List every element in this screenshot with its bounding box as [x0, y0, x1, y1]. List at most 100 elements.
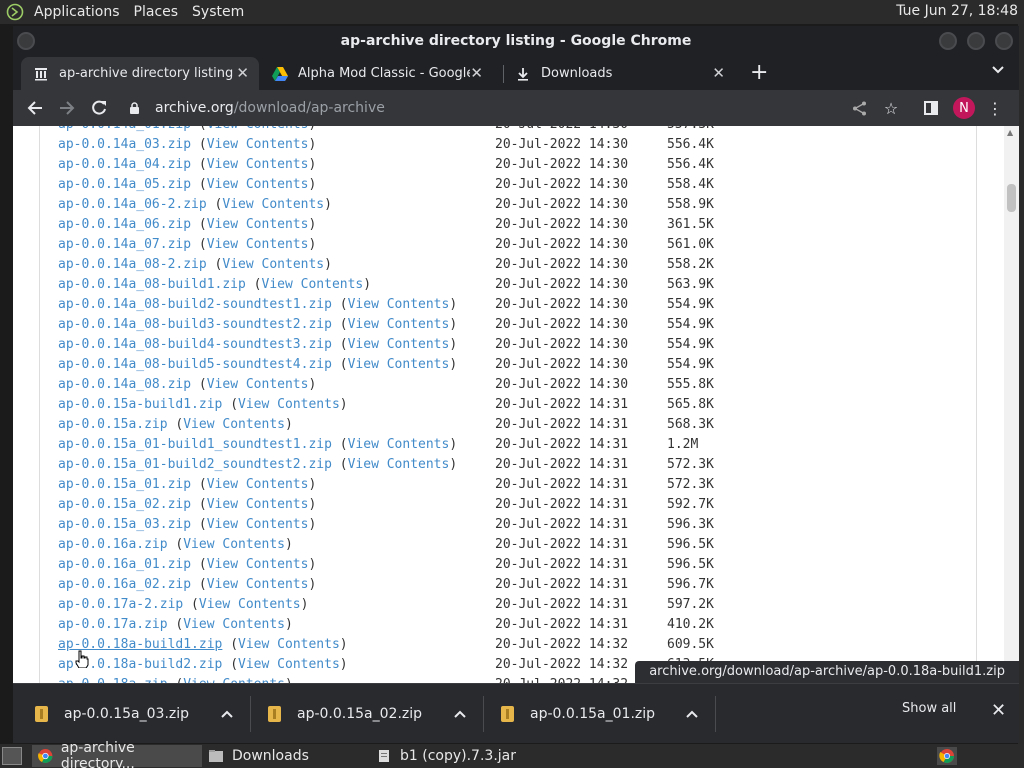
- file-link[interactable]: ap-0.0.15a_02.zip: [58, 497, 191, 512]
- chrome-tray-icon[interactable]: [937, 747, 957, 765]
- chevron-up-icon[interactable]: [686, 707, 698, 722]
- view-contents-link[interactable]: View Contents: [238, 397, 340, 412]
- view-contents-link[interactable]: View Contents: [207, 477, 309, 492]
- view-contents-link[interactable]: View Contents: [207, 177, 309, 192]
- show-desktop-icon[interactable]: [2, 747, 22, 765]
- view-contents-link[interactable]: View Contents: [207, 157, 309, 172]
- file-link[interactable]: ap-0.0.14a_08-build2-soundtest1.zip: [58, 297, 332, 312]
- view-contents-link[interactable]: View Contents: [348, 437, 450, 452]
- scrollbar-thumb[interactable]: [1007, 184, 1016, 212]
- close-window-button[interactable]: [995, 32, 1013, 50]
- system-menu[interactable]: System: [186, 4, 250, 20]
- tab-google-drive[interactable]: Alpha Mod Classic - Google Dr ✕: [260, 57, 493, 90]
- view-contents-link[interactable]: View Contents: [348, 317, 450, 332]
- file-link[interactable]: ap-0.0.14a_01.zip: [58, 126, 191, 132]
- taskbar-item-jar[interactable]: b1 (copy).7.3.jar: [370, 745, 540, 767]
- file-link[interactable]: ap-0.0.14a_08-build5-soundtest4.zip: [58, 357, 332, 372]
- view-contents-link[interactable]: View Contents: [222, 197, 324, 212]
- places-menu[interactable]: Places: [128, 4, 185, 20]
- file-date: 20-Jul-2022 14:30: [495, 337, 629, 352]
- file-link[interactable]: ap-0.0.16a_02.zip: [58, 577, 191, 592]
- page-scrollbar[interactable]: ▲: [1004, 126, 1019, 683]
- file-link[interactable]: ap-0.0.16a.zip: [58, 537, 168, 552]
- file-link[interactable]: ap-0.0.14a_05.zip: [58, 177, 191, 192]
- scroll-up-arrow-icon[interactable]: ▲: [1007, 128, 1013, 137]
- close-shelf-icon[interactable]: ✕: [991, 700, 1006, 721]
- distro-logo-icon[interactable]: [4, 1, 26, 23]
- file-link[interactable]: ap-0.0.14a_06-2.zip: [58, 197, 207, 212]
- tab-downloads[interactable]: Downloads ✕: [503, 57, 735, 90]
- file-link[interactable]: ap-0.0.15a_01-build1_soundtest1.zip: [58, 437, 332, 452]
- reload-icon[interactable]: [89, 98, 109, 118]
- file-link[interactable]: ap-0.0.14a_04.zip: [58, 157, 191, 172]
- lock-icon[interactable]: [129, 101, 143, 115]
- view-contents-link[interactable]: View Contents: [348, 297, 450, 312]
- forward-arrow-icon[interactable]: [57, 98, 77, 118]
- close-tab-icon[interactable]: ✕: [712, 64, 725, 82]
- applications-menu[interactable]: Applications: [28, 4, 126, 20]
- tab-ap-archive[interactable]: ap-archive directory listing ✕: [21, 57, 259, 90]
- view-contents-link[interactable]: View Contents: [222, 257, 324, 272]
- clock[interactable]: Tue Jun 27, 18:48: [896, 3, 1018, 19]
- file-link[interactable]: ap-0.0.14a_06.zip: [58, 217, 191, 232]
- close-tab-icon[interactable]: ✕: [236, 64, 249, 82]
- view-contents-link[interactable]: View Contents: [262, 277, 364, 292]
- view-contents-link[interactable]: View Contents: [348, 357, 450, 372]
- view-contents-link[interactable]: View Contents: [207, 577, 309, 592]
- close-tab-icon[interactable]: ✕: [470, 64, 483, 82]
- chevron-up-icon[interactable]: [454, 707, 466, 722]
- view-contents-link[interactable]: View Contents: [207, 217, 309, 232]
- view-contents-link[interactable]: View Contents: [183, 537, 285, 552]
- file-link[interactable]: ap-0.0.15a.zip: [58, 417, 168, 432]
- view-contents-link[interactable]: View Contents: [207, 497, 309, 512]
- taskbar-item-chrome[interactable]: ap-archive directory...: [32, 740, 202, 768]
- profile-avatar[interactable]: N: [953, 97, 975, 119]
- bookmark-star-icon[interactable]: ☆: [881, 98, 901, 118]
- file-link[interactable]: ap-0.0.16a_01.zip: [58, 557, 191, 572]
- back-arrow-icon[interactable]: [25, 98, 45, 118]
- download-item[interactable]: ap-0.0.15a_03.zip: [35, 684, 233, 744]
- window-menu-button[interactable]: [17, 32, 35, 50]
- file-link[interactable]: ap-0.0.17a.zip: [58, 617, 168, 632]
- download-item[interactable]: ap-0.0.15a_02.zip: [268, 684, 466, 744]
- side-panel-icon[interactable]: [921, 98, 941, 118]
- file-link[interactable]: ap-0.0.14a_08-build3-soundtest2.zip: [58, 317, 332, 332]
- share-icon[interactable]: [849, 98, 869, 118]
- show-all-button[interactable]: Show all: [902, 701, 956, 716]
- download-item[interactable]: ap-0.0.15a_01.zip: [501, 684, 698, 744]
- view-contents-link[interactable]: View Contents: [207, 557, 309, 572]
- file-link[interactable]: ap-0.0.14a_08-2.zip: [58, 257, 207, 272]
- file-link[interactable]: ap-0.0.15a_03.zip: [58, 517, 191, 532]
- more-menu-icon[interactable]: ⋮: [985, 98, 1005, 118]
- file-link[interactable]: ap-0.0.14a_08.zip: [58, 377, 191, 392]
- minimize-button[interactable]: [939, 32, 957, 50]
- file-link[interactable]: ap-0.0.14a_07.zip: [58, 237, 191, 252]
- file-link[interactable]: ap-0.0.15a_01-build2_soundtest2.zip: [58, 457, 332, 472]
- chevron-up-icon[interactable]: [221, 707, 233, 722]
- maximize-button[interactable]: [967, 32, 985, 50]
- view-contents-link[interactable]: View Contents: [207, 126, 309, 132]
- file-link[interactable]: ap-0.0.15a-build1.zip: [58, 397, 222, 412]
- view-contents-link[interactable]: View Contents: [207, 237, 309, 252]
- view-contents-link[interactable]: View Contents: [238, 657, 340, 672]
- view-contents-link[interactable]: View Contents: [199, 597, 301, 612]
- file-link[interactable]: ap-0.0.14a_03.zip: [58, 137, 191, 152]
- view-contents-link[interactable]: View Contents: [207, 137, 309, 152]
- new-tab-plus-icon[interactable]: +: [750, 60, 768, 85]
- window-titlebar[interactable]: ap-archive directory listing - Google Ch…: [13, 26, 1019, 56]
- view-contents-link[interactable]: View Contents: [348, 337, 450, 352]
- view-contents-link[interactable]: View Contents: [238, 637, 340, 652]
- view-contents-link[interactable]: View Contents: [183, 617, 285, 632]
- view-contents-link[interactable]: View Contents: [348, 457, 450, 472]
- tab-search-chevron-icon[interactable]: [992, 62, 1004, 78]
- file-link[interactable]: ap-0.0.14a_08-build4-soundtest3.zip: [58, 337, 332, 352]
- view-contents-link[interactable]: View Contents: [183, 417, 285, 432]
- file-link[interactable]: ap-0.0.14a_08-build1.zip: [58, 277, 246, 292]
- view-contents-link[interactable]: View Contents: [207, 517, 309, 532]
- file-link[interactable]: ap-0.0.17a-2.zip: [58, 597, 183, 612]
- view-contents-link[interactable]: View Contents: [207, 377, 309, 392]
- file-size: 592.7K: [667, 497, 714, 512]
- address-bar[interactable]: archive.org/download/ap-archive: [121, 93, 889, 123]
- file-link[interactable]: ap-0.0.15a_01.zip: [58, 477, 191, 492]
- taskbar-item-downloads[interactable]: Downloads: [202, 745, 362, 767]
